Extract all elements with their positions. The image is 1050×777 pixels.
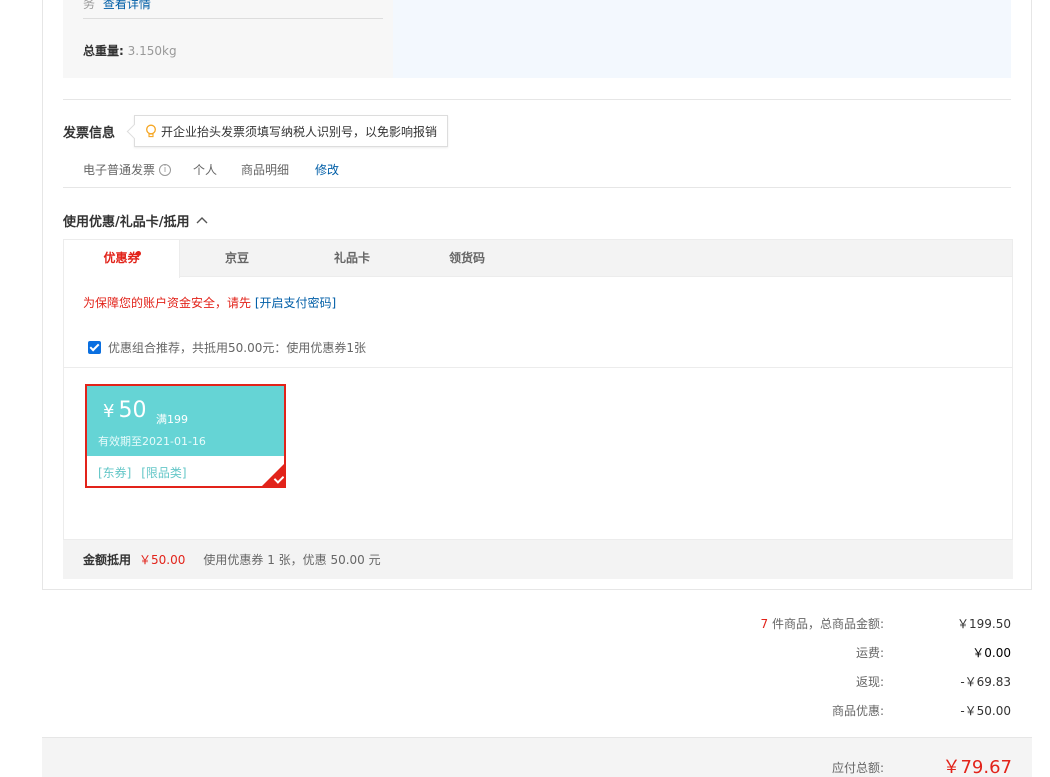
weight-label: 总重量: <box>83 44 124 58</box>
invoice-holder: 个人 <box>193 163 218 177</box>
goods-total-label: 7 件商品，总商品金额: <box>760 615 884 632</box>
chevron-up-icon <box>196 213 208 228</box>
service-row: 务 查看详情 <box>83 0 151 12</box>
security-warning: 为保障您的账户资金安全，请先 [开启支付密码] <box>83 294 336 311</box>
invoice-type: 电子普通发票 <box>83 163 156 177</box>
enable-pay-password-link[interactable]: [开启支付密码] <box>255 296 336 310</box>
notification-dot <box>136 251 141 256</box>
invoice-title: 发票信息 <box>63 126 116 141</box>
coupon-condition: 满199 <box>156 413 188 426</box>
coupon-expiry: 有效期至2021-01-16 <box>98 435 206 448</box>
currency-symbol: ¥ <box>103 401 115 422</box>
total-weight: 总重量: 3.150kg <box>83 42 177 59</box>
combo-text: 优惠组合推荐，共抵用50.00元：使用优惠券1张 <box>108 341 366 355</box>
payable-label: 应付总额: <box>831 761 884 775</box>
invoice-tip-text: 开企业抬头发票须填写纳税人识别号，以免影响报销 <box>161 124 438 139</box>
shipping-fee-row: 运费: ￥0.00 <box>650 644 1050 664</box>
coupon-card-header: ¥50 满199 有效期至2021-01-16 <box>87 386 284 456</box>
coupon-section-toggle[interactable]: 使用优惠/礼品卡/抵用 <box>63 211 208 230</box>
weight-value: 3.150kg <box>127 44 177 58</box>
invoice-edit-link[interactable]: 修改 <box>315 161 339 178</box>
section-divider <box>63 99 1011 100</box>
summary-label: 金额抵用 <box>83 553 132 567</box>
tab-coupons[interactable]: 优惠券 <box>64 240 180 278</box>
tab-label: 京豆 <box>224 251 249 265</box>
coupon-tag: [限品类] <box>141 466 187 480</box>
invoice-content: 商品明细 <box>241 163 290 177</box>
invoice-tip: 开企业抬头发票须填写纳税人识别号，以免影响报销 <box>134 115 449 147</box>
divider <box>83 18 383 19</box>
invoice-details: 电子普通发票 i 个人 商品明细 修改 <box>83 161 339 178</box>
combo-recommendation: 优惠组合推荐，共抵用50.00元：使用优惠券1张 <box>88 339 366 356</box>
cashback-value: -￥69.83 <box>960 675 1011 689</box>
goods-total-value: ￥199.50 <box>957 617 1011 631</box>
details-link[interactable]: 查看详情 <box>103 0 151 11</box>
discount-value: -￥50.00 <box>960 704 1011 718</box>
cashback-row: 返现: -￥69.83 <box>650 673 1050 693</box>
coupon-card[interactable]: ¥50 满199 有效期至2021-01-16 [东券] [限品类] <box>85 384 286 488</box>
coupon-tag: [东券] <box>98 466 132 480</box>
payable-amount: ￥79.67 <box>942 757 1012 777</box>
summary-description: 使用优惠券 1 张，优惠 50.00 元 <box>203 553 381 567</box>
coupon-value: 50 <box>118 398 147 423</box>
service-label: 务 <box>83 0 96 11</box>
shipping-fee-label: 运费: <box>855 646 884 660</box>
shipping-fee-value: ￥0.00 <box>972 646 1011 660</box>
lightbulb-icon <box>145 124 157 138</box>
summary-amount: ￥50.00 <box>139 553 186 567</box>
tab-label: 领货码 <box>448 251 485 265</box>
coupon-section-title: 使用优惠/礼品卡/抵用 <box>63 215 190 230</box>
coupon-summary: 金额抵用 ￥50.00 使用优惠券 1 张，优惠 50.00 元 <box>63 540 1013 579</box>
payable-bar: 应付总额: ￥79.67 <box>42 737 1032 777</box>
tab-gift-card[interactable]: 礼品卡 <box>294 240 410 278</box>
cashback-label: 返现: <box>855 675 884 689</box>
coupon-amount: ¥50 <box>103 398 146 423</box>
goods-total-row: 7 件商品，总商品金额: ￥199.50 <box>650 615 1050 635</box>
divider <box>64 367 1012 368</box>
combo-checkbox[interactable] <box>88 341 101 354</box>
tab-jingdou[interactable]: 京豆 <box>179 240 295 278</box>
warning-text: 为保障您的账户资金安全，请先 <box>83 296 252 310</box>
discount-row: 商品优惠: -￥50.00 <box>650 702 1050 722</box>
count-suffix: 件商品，总商品金额: <box>771 617 884 631</box>
coupon-tags: [东券] [限品类] <box>98 464 193 481</box>
tab-redeem-code[interactable]: 领货码 <box>409 240 525 278</box>
item-count: 7 <box>760 617 769 631</box>
discount-label: 商品优惠: <box>831 704 884 718</box>
section-divider <box>63 187 1011 188</box>
tab-label: 礼品卡 <box>333 251 370 265</box>
tab-label: 优惠券 <box>103 251 140 265</box>
info-icon[interactable]: i <box>159 163 172 176</box>
coupon-tabs: 优惠券 京豆 礼品卡 领货码 <box>63 239 1013 278</box>
shipping-detail-block <box>393 0 1011 78</box>
